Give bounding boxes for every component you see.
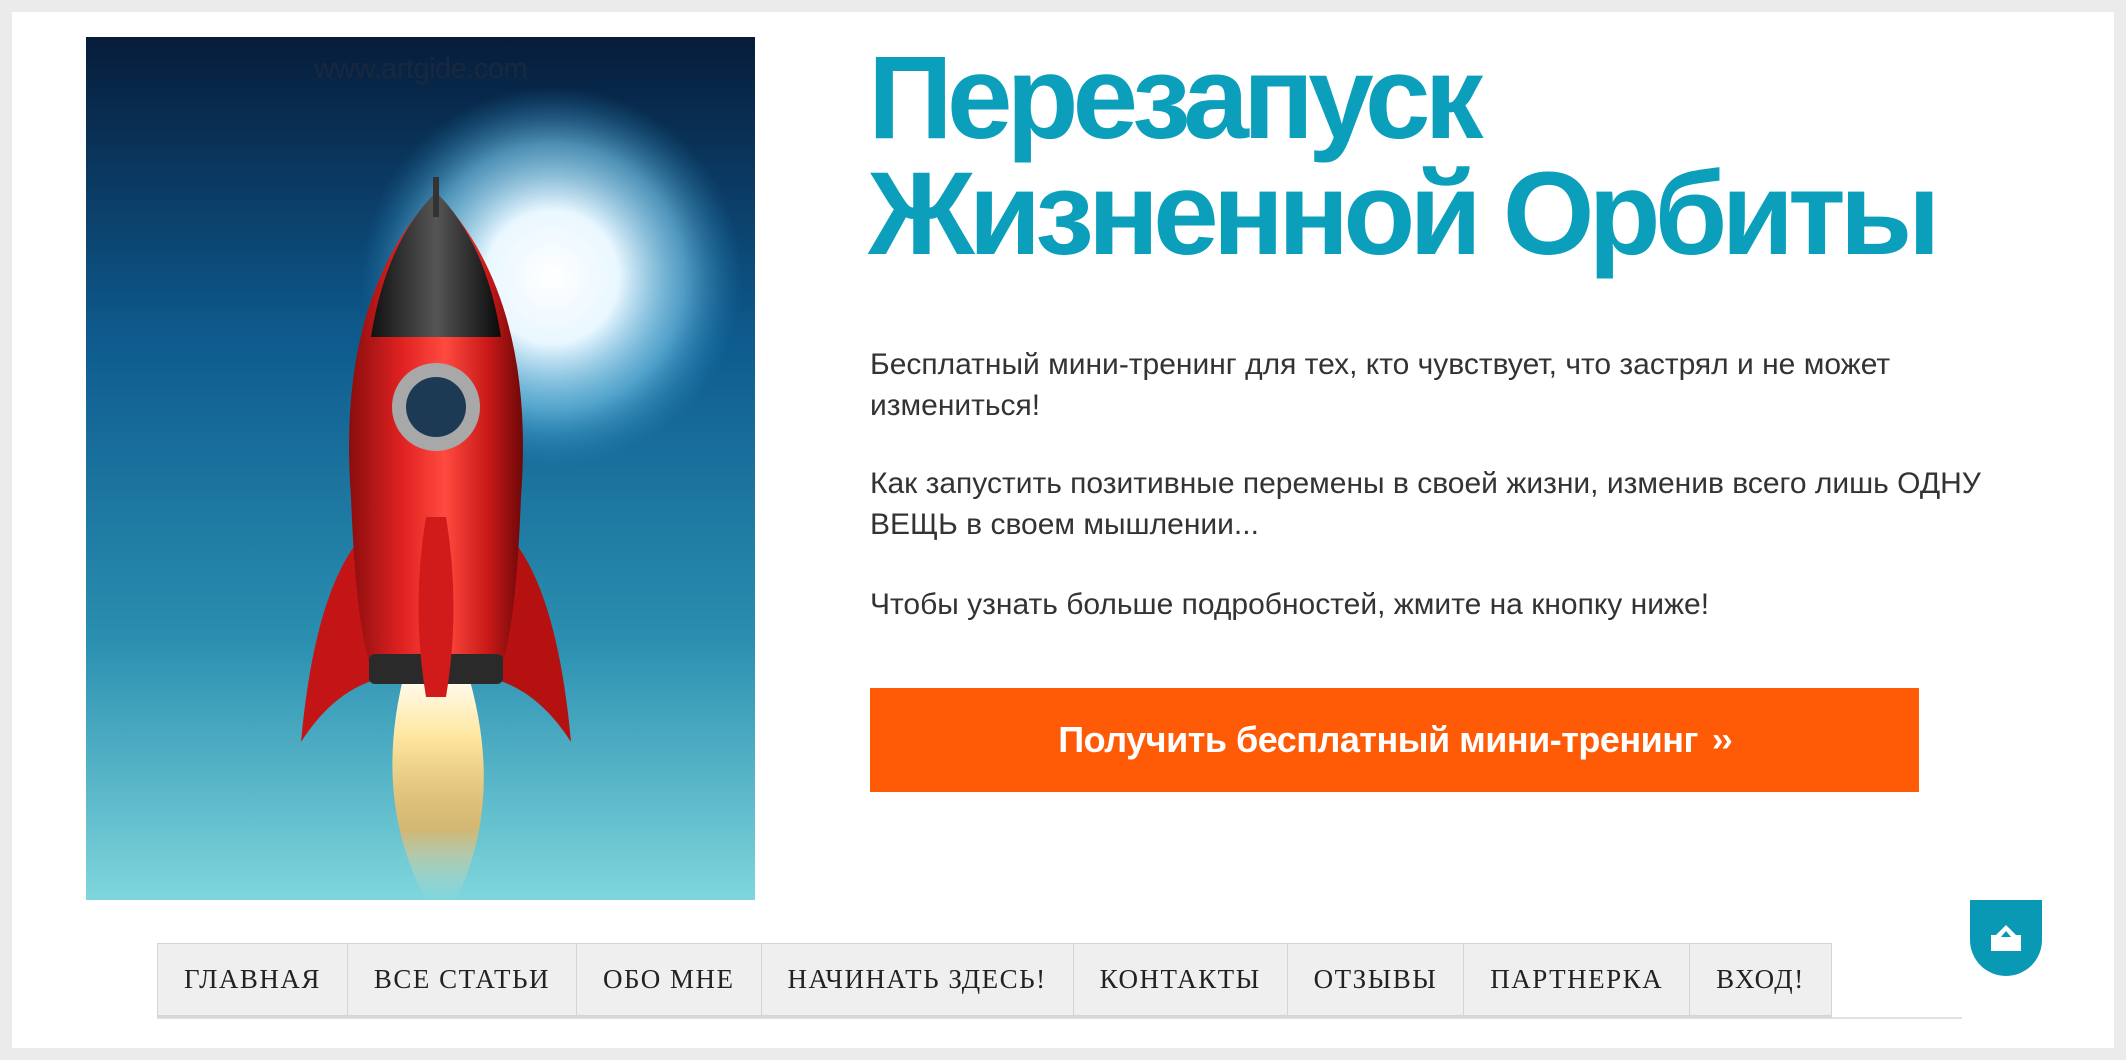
title-line-1: Перезапуск [868,32,1484,164]
get-free-training-button[interactable]: Получить бесплатный мини-тренинг ›› [870,688,1919,792]
scroll-to-top-icon [1991,925,2021,951]
page: www.artgide.com Перезапуск Жизненной Орб… [12,12,2114,1048]
nav-item-all-articles[interactable]: ВСЕ СТАТЬИ [346,943,576,1016]
cta-label: Получить бесплатный мини-тренинг [1058,719,1699,760]
main-navigation: ГЛАВНАЯ ВСЕ СТАТЬИ ОБО МНЕ НАЧИНАТЬ ЗДЕС… [157,943,1832,1018]
nav-item-start-here[interactable]: НАЧИНАТЬ ЗДЕСЬ! [760,943,1073,1016]
benefit-paragraph: Как запустить позитивные перемены в свое… [870,467,1981,541]
instruction-paragraph: Чтобы узнать больше подробностей, жмите … [870,588,1710,621]
watermark: www.artgide.com [313,53,528,85]
intro-paragraph: Бесплатный мини-тренинг для тех, кто чув… [870,348,1891,422]
rocket-illustration [86,37,755,900]
nav-item-contacts[interactable]: КОНТАКТЫ [1072,943,1287,1016]
scroll-to-top-button[interactable] [1970,900,2042,976]
nav-item-about[interactable]: ОБО МНЕ [575,943,761,1016]
title-line-2: Жизненной Орбиты [868,148,1941,280]
nav-item-affiliate[interactable]: ПАРТНЕРКА [1463,943,1690,1016]
page-title: Перезапуск Жизненной Орбиты [868,39,2068,273]
hero-rocket-image: www.artgide.com [86,37,755,900]
double-chevron-right-icon: ›› [1712,720,1733,759]
nav-item-home[interactable]: ГЛАВНАЯ [157,943,347,1016]
nav-item-login[interactable]: ВХОД! [1689,943,1832,1016]
nav-item-reviews[interactable]: ОТЗЫВЫ [1286,943,1464,1016]
